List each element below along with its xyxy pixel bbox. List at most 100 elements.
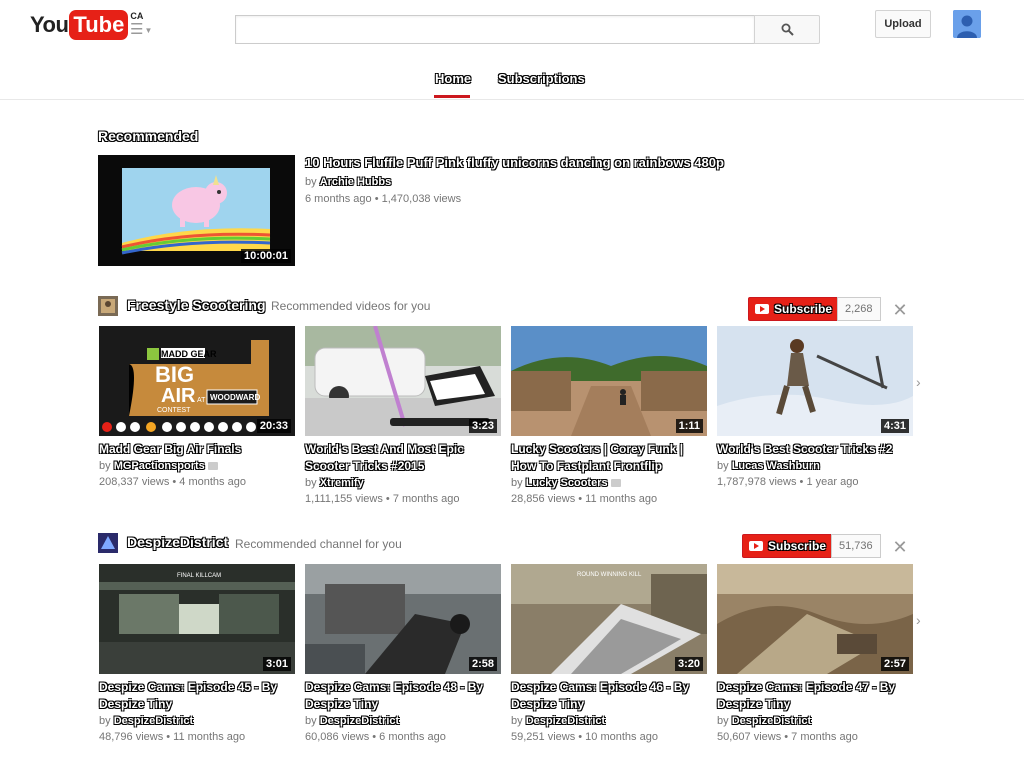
avatar[interactable] [953,10,981,38]
active-tab-indicator [434,95,470,98]
channel-link[interactable]: Lucas Washburn [732,460,820,472]
subscriber-count: 51,736 [831,534,881,558]
chevron-right-icon[interactable]: › [916,374,921,390]
thumb-big-label: BIG [155,362,194,387]
shelf-channel-name[interactable]: DespizeDistrict [127,534,228,550]
video-card[interactable]: 4:31 World's Best Scooter Tricks #2 by L… [717,326,913,490]
video-title-link[interactable]: World's Best Scooter Tricks #2 [717,441,913,458]
channel-link[interactable]: DespizeDistrict [526,715,605,727]
madd-gear-label: MADD GEAR [161,349,217,359]
duration-badge: 10:00:01 [240,249,291,263]
tab-home[interactable]: Home [435,71,471,86]
channel-link[interactable]: Lucky Scooters [526,477,608,489]
guide-menu-button[interactable]: ☰▼ [130,20,152,38]
round-kill-text: ROUND WINNING KILL [577,572,642,578]
video-thumbnail[interactable]: 2:58 [305,564,501,674]
video-thumbnail[interactable]: MADD GEAR BIG AIR CONTEST AT WOODWARD 20… [99,326,295,436]
channel-link[interactable]: Xtremify [320,477,364,489]
duration-badge: 3:23 [468,419,497,433]
user-icon [953,10,981,38]
channel-link[interactable]: DespizeDistrict [732,715,811,727]
duration-badge: 2:57 [880,657,909,671]
logo-you: You [30,12,69,37]
video-thumbnail[interactable]: 1:11 [511,326,707,436]
duration-badge: 20:33 [256,419,291,433]
video-byline: by DespizeDistrict [717,713,913,729]
duration-badge: 1:11 [675,419,703,433]
duration-badge: 2:58 [468,657,497,671]
channel-link[interactable]: Archie Hubbs [320,176,392,188]
youtube-logo[interactable]: You Tube CA [30,10,143,40]
duration-badge: 3:01 [262,657,291,671]
youtube-play-icon [749,541,763,551]
thumb-contest-label: CONTEST [157,407,191,414]
by-label: by [511,715,523,727]
duration-badge: 4:31 [880,419,909,433]
channel-link[interactable]: DespizeDistrict [320,715,399,727]
video-meta: 1,111,155 views • 7 months ago [305,493,460,505]
video-meta: 59,251 views • 10 months ago [511,731,658,743]
video-meta: 6 months ago • 1,470,038 views [305,193,462,205]
chevron-right-icon[interactable]: › [916,612,921,628]
duration-badge: 3:20 [674,657,703,671]
video-card[interactable]: 3:23 World's Best And Most Epic Scooter … [305,326,501,507]
video-meta: 60,086 views • 6 months ago [305,731,446,743]
channel-link[interactable]: MGPactionsports [114,460,205,472]
channel-avatar[interactable] [98,533,118,553]
video-byline: by DespizeDistrict [305,713,501,729]
video-byline: by DespizeDistrict [99,713,295,729]
video-meta: 50,607 views • 7 months ago [717,731,858,743]
video-title-link[interactable]: Despize Cams: Episode 45 - By Despize Ti… [99,679,295,713]
search-icon [781,23,794,36]
by-label: by [511,477,523,489]
video-thumbnail[interactable]: 3:23 [305,326,501,436]
by-label: by [305,715,317,727]
video-thumbnail[interactable]: ROUND WINNING KILL 3:20 [511,564,707,674]
video-card[interactable]: FINAL KILLCAM 3:01 Despize Cams: Episode… [99,564,295,745]
video-title-link[interactable]: Madd Gear Big Air Finals [99,441,295,458]
by-label: by [305,477,317,489]
search-button[interactable] [754,15,820,44]
video-meta: 28,856 views • 11 months ago [511,493,658,505]
video-title-link[interactable]: 10 Hours Fluffle Puff Pink fluffy unicor… [305,155,724,170]
video-byline: by Archie Hubbs [305,176,391,188]
thumb-woodward-label: WOODWARD [210,393,260,402]
verified-icon [610,479,621,488]
video-title-link[interactable]: Despize Cams: Episode 46 - By Despize Ti… [511,679,707,713]
hamburger-icon: ☰ [130,21,144,38]
close-icon[interactable]: ✕ [892,301,908,319]
video-title-link[interactable]: World's Best And Most Epic Scooter Trick… [305,441,501,475]
video-byline: by Xtremify [305,475,501,491]
video-byline: by DespizeDistrict [511,713,707,729]
thumb-air-label: AIR [161,385,196,407]
subscribe-label: Subscribe [768,539,827,553]
channel-link[interactable]: DespizeDistrict [114,715,193,727]
video-title-link[interactable]: Lucky Scooters | Corey Funk | How To Fas… [511,441,707,475]
upload-button[interactable]: Upload [875,10,931,38]
tab-subscriptions[interactable]: Subscriptions [498,71,585,86]
video-title-link[interactable]: Despize Cams: Episode 48 - By Despize Ti… [305,679,501,713]
recommended-heading: Recommended [98,128,199,144]
video-card[interactable]: 2:57 Despize Cams: Episode 47 - By Despi… [717,564,913,745]
video-meta: 48,796 views • 11 months ago [99,731,246,743]
video-card[interactable]: MADD GEAR BIG AIR CONTEST AT WOODWARD 20… [99,326,295,490]
shelf-subtitle: Recommended videos for you [271,299,431,313]
subscribe-button[interactable]: Subscribe [748,297,840,321]
verified-icon [207,462,218,471]
killcam-text: FINAL KILLCAM [177,573,221,579]
thumb-at-label: AT [197,397,206,404]
video-card[interactable]: 1:11 Lucky Scooters | Corey Funk | How T… [511,326,707,507]
close-icon[interactable]: ✕ [892,538,908,556]
channel-avatar[interactable] [98,296,118,316]
video-thumbnail[interactable]: 4:31 [717,326,913,436]
shelf-channel-name[interactable]: Freestyle Scootering [127,297,266,313]
search-input[interactable] [235,15,755,44]
video-thumbnail[interactable]: 2:57 [717,564,913,674]
youtube-play-icon [755,304,769,314]
video-thumbnail[interactable]: FINAL KILLCAM 3:01 [99,564,295,674]
video-thumbnail[interactable]: 10:00:01 [98,155,295,266]
video-card[interactable]: ROUND WINNING KILL 3:20 Despize Cams: Ep… [511,564,707,745]
subscribe-button[interactable]: Subscribe [742,534,834,558]
video-title-link[interactable]: Despize Cams: Episode 47 - By Despize Ti… [717,679,913,713]
video-card[interactable]: 2:58 Despize Cams: Episode 48 - By Despi… [305,564,501,745]
